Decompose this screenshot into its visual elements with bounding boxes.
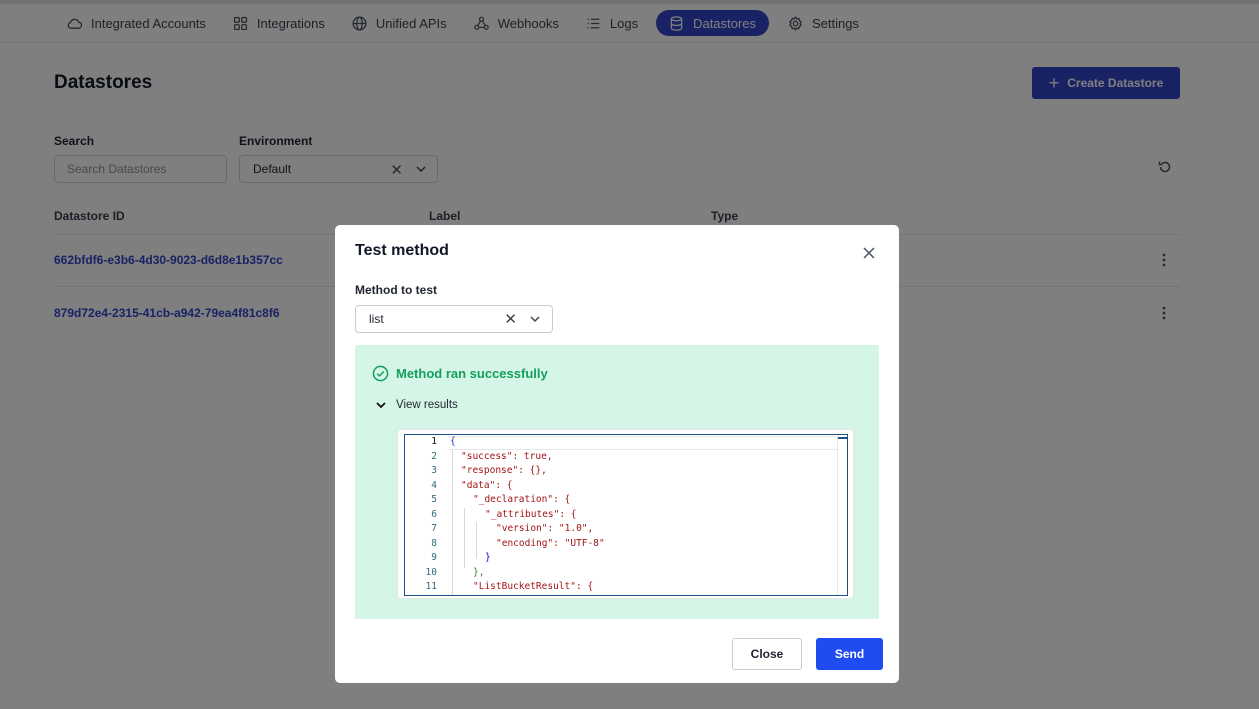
line-number: 7: [431, 523, 437, 534]
line-number-gutter: 1 2 3 4 5 6 7 8 9 10 11: [405, 435, 445, 595]
result-panel: Method ran successfully View results 1 2…: [355, 345, 879, 619]
code-line: "version": "1.0",: [496, 523, 594, 534]
method-select[interactable]: list ✕: [355, 305, 553, 333]
close-icon[interactable]: [862, 246, 876, 260]
code-line: "data": {: [461, 479, 513, 491]
line-number: 2: [431, 450, 437, 462]
indent-guide: [464, 508, 465, 568]
clear-icon[interactable]: ✕: [504, 310, 517, 328]
code-scrollbar[interactable]: [837, 435, 847, 595]
check-circle-icon: [372, 365, 389, 382]
send-button[interactable]: Send: [816, 638, 883, 670]
code-line: "response": {},: [461, 465, 547, 476]
success-message: Method ran successfully: [396, 366, 548, 381]
current-line-highlight: [447, 436, 837, 450]
code-viewer: 1 2 3 4 5 6 7 8 9 10 11 { "success": tru…: [397, 429, 854, 599]
method-value: list: [369, 312, 384, 326]
chevron-down-icon: [376, 402, 386, 409]
code-line: "_attributes": {: [485, 508, 577, 520]
scrollbar-thumb[interactable]: [838, 435, 847, 439]
indent-guide: [452, 450, 453, 595]
view-results-toggle[interactable]: View results: [375, 399, 458, 411]
code-line: {: [450, 436, 456, 447]
line-number: 11: [425, 581, 437, 592]
close-button[interactable]: Close: [732, 638, 802, 670]
line-number: 10: [425, 566, 437, 578]
code-line: },: [473, 566, 485, 578]
code-line: "ListBucketResult": {: [473, 581, 594, 592]
code-line: }: [485, 552, 491, 563]
line-number: 8: [431, 537, 437, 549]
code-editor[interactable]: 1 2 3 4 5 6 7 8 9 10 11 { "success": tru…: [404, 434, 848, 596]
view-results-label: View results: [396, 399, 458, 411]
line-number: 9: [431, 552, 437, 563]
modal-title: Test method: [355, 242, 449, 259]
test-method-modal: Test method Method to test list ✕ Method…: [335, 225, 899, 683]
line-number: 4: [431, 479, 437, 491]
chevron-down-icon[interactable]: [529, 313, 541, 325]
indent-guide: [476, 522, 477, 559]
line-number: 6: [431, 508, 437, 520]
line-number: 1: [431, 436, 437, 447]
code-line: "encoding": "UTF-8": [496, 537, 605, 549]
code-line: "_declaration": {: [473, 494, 571, 505]
line-number: 5: [431, 494, 437, 505]
method-label: Method to test: [355, 283, 437, 297]
code-line: "success": true,: [461, 450, 553, 462]
line-number: 3: [431, 465, 437, 476]
